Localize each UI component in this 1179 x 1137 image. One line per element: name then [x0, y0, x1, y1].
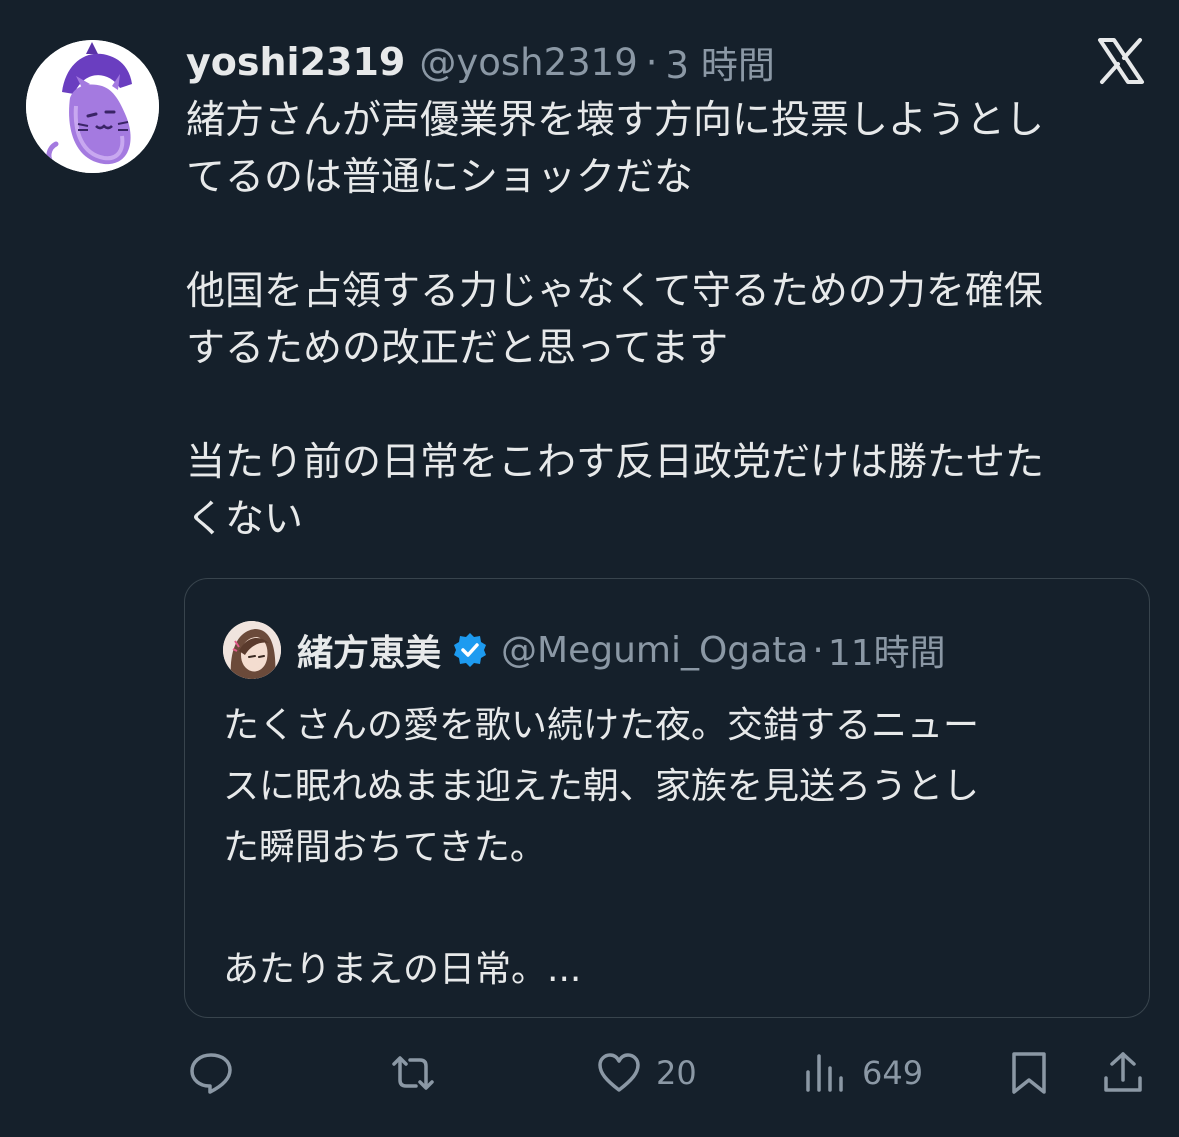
bookmark-button[interactable] — [1006, 1045, 1052, 1101]
quoted-timestamp[interactable]: 11時間 — [828, 624, 946, 676]
tweet-header: yoshi2319 @yosh2319 · 3 時間 — [186, 34, 775, 90]
retweet-icon — [392, 1056, 434, 1090]
quoted-tweet-header: 緒方恵美 @Megumi_Ogata · 11時間 — [297, 621, 946, 679]
tweet-timestamp[interactable]: 3 時間 — [666, 35, 775, 89]
avatar[interactable] — [26, 40, 159, 173]
reply-icon — [190, 1053, 232, 1094]
quoted-tweet-text: たくさんの愛を歌い続けた夜。交錯するニュー スに眠れぬまま迎えた朝、家族を見送ろ… — [223, 705, 980, 990]
user-handle[interactable]: @yosh2319 — [419, 41, 637, 84]
heart-icon — [598, 1053, 640, 1092]
eggplant-cat-avatar-icon — [26, 40, 159, 173]
share-icon — [1104, 1052, 1142, 1092]
like-count: 20 — [656, 1054, 697, 1092]
quoted-display-name[interactable]: 緒方恵美 — [297, 624, 441, 676]
like-button[interactable]: 20 — [596, 1045, 697, 1101]
reply-button[interactable] — [188, 1045, 234, 1101]
separator-dot: · — [645, 40, 658, 84]
quoted-separator-dot: · — [812, 629, 824, 671]
views-button[interactable]: 649 — [802, 1045, 923, 1101]
quoted-tweet-card[interactable]: 緒方恵美 @Megumi_Ogata · 11時間 たくさんの愛を歌い続けた夜。… — [184, 578, 1150, 1018]
quoted-user-handle[interactable]: @Megumi_Ogata — [501, 630, 808, 671]
verified-badge-icon — [454, 633, 487, 667]
quoted-avatar[interactable] — [223, 621, 281, 679]
bookmark-icon — [1012, 1052, 1046, 1094]
retweet-button[interactable] — [390, 1045, 436, 1101]
tweet-text: 緒方さんが声優業界を壊す方向に投票しようとし てるのは普通にショックだな 他国を… — [186, 98, 1045, 542]
share-button[interactable] — [1100, 1045, 1146, 1101]
display-name[interactable]: yoshi2319 — [186, 40, 405, 84]
quoted-avatar-icon — [223, 621, 281, 679]
action-bar: 20 649 — [0, 1045, 1179, 1101]
x-logo-icon[interactable] — [1094, 34, 1148, 88]
views-icon — [806, 1054, 843, 1092]
view-count: 649 — [862, 1054, 924, 1092]
